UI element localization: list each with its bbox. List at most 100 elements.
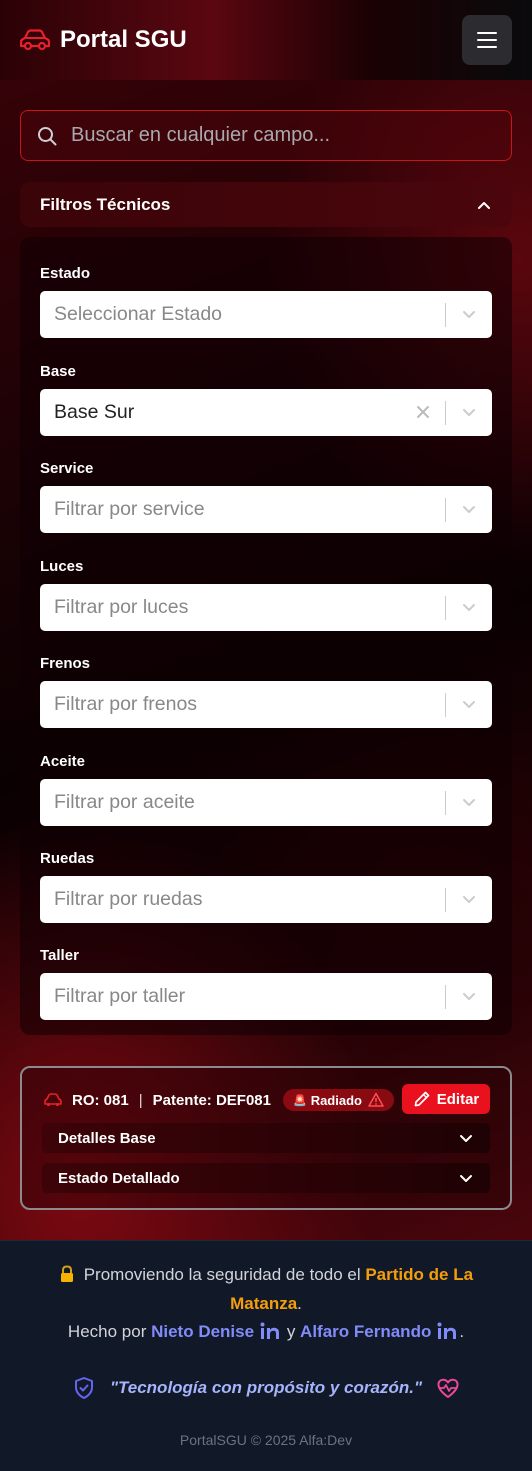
filter-label: Ruedas: [40, 850, 95, 867]
filter-label: Taller: [40, 947, 79, 964]
footer-text: Promoviendo la seguridad de todo el: [83, 1265, 361, 1284]
motto-text: "Tecnología con propósito y corazón.": [109, 1378, 423, 1397]
filter-label: Service: [40, 460, 94, 477]
filter-estado: Estado Seleccionar Estado: [40, 265, 492, 338]
chevron-down-icon[interactable]: [460, 403, 478, 421]
author-link-2[interactable]: Alfaro Fernando: [300, 1322, 431, 1341]
accordion-detalles-base[interactable]: Detalles Base: [42, 1123, 490, 1153]
plate-number: Patente: DEF081: [152, 1091, 271, 1109]
select-value: Filtrar por luces: [54, 596, 189, 618]
chevron-down-icon: [460, 1135, 472, 1142]
filter-taller: Taller Filtrar por taller: [40, 947, 492, 1020]
select-value: Filtrar por ruedas: [54, 888, 203, 910]
service-select[interactable]: Filtrar por service: [40, 486, 492, 533]
footer-text: Hecho por: [67, 1322, 147, 1341]
footer-text: .: [459, 1322, 465, 1341]
footer-text: y: [286, 1322, 296, 1341]
filter-service: Service Filtrar por service: [40, 460, 492, 533]
select-divider: [445, 693, 446, 717]
footer-line-1: Promoviendo la seguridad de todo el Part…: [0, 1265, 532, 1285]
base-select[interactable]: Base Sur: [40, 389, 492, 436]
chevron-down-icon[interactable]: [460, 500, 478, 518]
frenos-select[interactable]: Filtrar por frenos: [40, 681, 492, 728]
chevron-down-icon: [460, 1175, 472, 1182]
select-value: Filtrar por taller: [54, 985, 186, 1007]
accordion-estado-detallado[interactable]: Estado Detallado: [42, 1163, 490, 1193]
vehicle-summary: RO: 081 | Patente: DEF081 🚨 Radiado: [44, 1085, 394, 1115]
siren-icon: 🚨: [292, 1094, 307, 1107]
hamburger-icon: [477, 27, 497, 53]
brand[interactable]: Portal SGU: [20, 26, 187, 54]
search-bar[interactable]: [20, 110, 512, 161]
estado-select[interactable]: Seleccionar Estado: [40, 291, 492, 338]
heart-pulse-icon: [437, 1378, 459, 1398]
shield-icon: [74, 1377, 93, 1399]
select-divider: [445, 888, 446, 912]
location-highlight: Matanza: [230, 1294, 298, 1313]
select-value: Base Sur: [54, 401, 135, 423]
status-badge: 🚨 Radiado: [282, 1089, 394, 1111]
chevron-down-icon[interactable]: [460, 598, 478, 616]
filter-ruedas: Ruedas Filtrar por ruedas: [40, 850, 492, 923]
ruedas-select[interactable]: Filtrar por ruedas: [40, 876, 492, 923]
search-icon: [38, 126, 57, 145]
aceite-select[interactable]: Filtrar por aceite: [40, 779, 492, 826]
select-value: Seleccionar Estado: [54, 303, 223, 325]
chevron-up-icon: [478, 201, 490, 209]
select-divider: [445, 596, 446, 620]
chevron-down-icon[interactable]: [460, 987, 478, 1005]
vehicle-card: RO: 081 | Patente: DEF081 🚨 Radiado Edit…: [20, 1066, 512, 1210]
warning-icon: [368, 1092, 384, 1107]
pencil-icon: [414, 1091, 430, 1107]
car-icon: [20, 29, 50, 51]
linkedin-icon[interactable]: [260, 1322, 280, 1340]
separator: |: [138, 1091, 143, 1109]
linkedin-icon[interactable]: [437, 1322, 457, 1340]
chevron-down-icon[interactable]: [460, 890, 478, 908]
filter-label: Base: [40, 363, 76, 380]
lock-icon: [60, 1265, 73, 1282]
filters-toggle[interactable]: Filtros Técnicos: [20, 182, 512, 227]
filters-panel: Estado Seleccionar Estado Base Base Sur …: [20, 237, 512, 1035]
filters-title: Filtros Técnicos: [40, 194, 171, 214]
filter-label: Luces: [40, 558, 84, 575]
footer-text: .: [297, 1294, 302, 1313]
copyright: PortalSGU © 2025 Alfa:Dev: [179, 1432, 353, 1448]
select-value: Filtrar por aceite: [54, 791, 195, 813]
accordion-label: Estado Detallado: [58, 1169, 180, 1187]
filter-frenos: Frenos Filtrar por frenos: [40, 655, 492, 728]
filter-label: Frenos: [40, 655, 91, 672]
accordion-label: Detalles Base: [58, 1129, 156, 1147]
app-title: Portal SGU: [60, 26, 187, 53]
ro-number: RO: 081: [72, 1091, 129, 1109]
taller-select[interactable]: Filtrar por taller: [40, 973, 492, 1020]
search-input[interactable]: [71, 124, 491, 147]
chevron-down-icon[interactable]: [460, 695, 478, 713]
author-link-1[interactable]: Nieto Denise: [151, 1322, 254, 1341]
luces-select[interactable]: Filtrar por luces: [40, 584, 492, 631]
menu-button[interactable]: [462, 15, 512, 65]
select-value: Filtrar por frenos: [54, 693, 198, 715]
filter-luces: Luces Filtrar por luces: [40, 558, 492, 631]
chevron-down-icon[interactable]: [460, 305, 478, 323]
edit-button[interactable]: Editar: [402, 1084, 490, 1114]
filter-aceite: Aceite Filtrar por aceite: [40, 753, 492, 826]
edit-label: Editar: [436, 1090, 480, 1108]
select-value: Filtrar por service: [54, 498, 205, 520]
filter-label: Estado: [40, 265, 91, 282]
filter-base: Base Base Sur: [40, 363, 492, 436]
top-header: Portal SGU: [0, 0, 532, 80]
select-divider: [445, 985, 446, 1009]
badge-label: Radiado: [310, 1092, 362, 1108]
clear-icon[interactable]: [414, 403, 432, 421]
select-divider: [445, 498, 446, 522]
motto-row: "Tecnología con propósito y corazón.": [0, 1376, 532, 1400]
select-divider: [445, 401, 446, 425]
car-icon: [44, 1093, 62, 1106]
footer-line-3: Hecho por Nieto Denise y Alfaro Fernando…: [0, 1322, 532, 1342]
select-divider: [445, 303, 446, 327]
chevron-down-icon[interactable]: [460, 793, 478, 811]
filter-label: Aceite: [40, 753, 86, 770]
select-divider: [445, 791, 446, 815]
footer-line-2: Matanza.: [0, 1294, 532, 1314]
